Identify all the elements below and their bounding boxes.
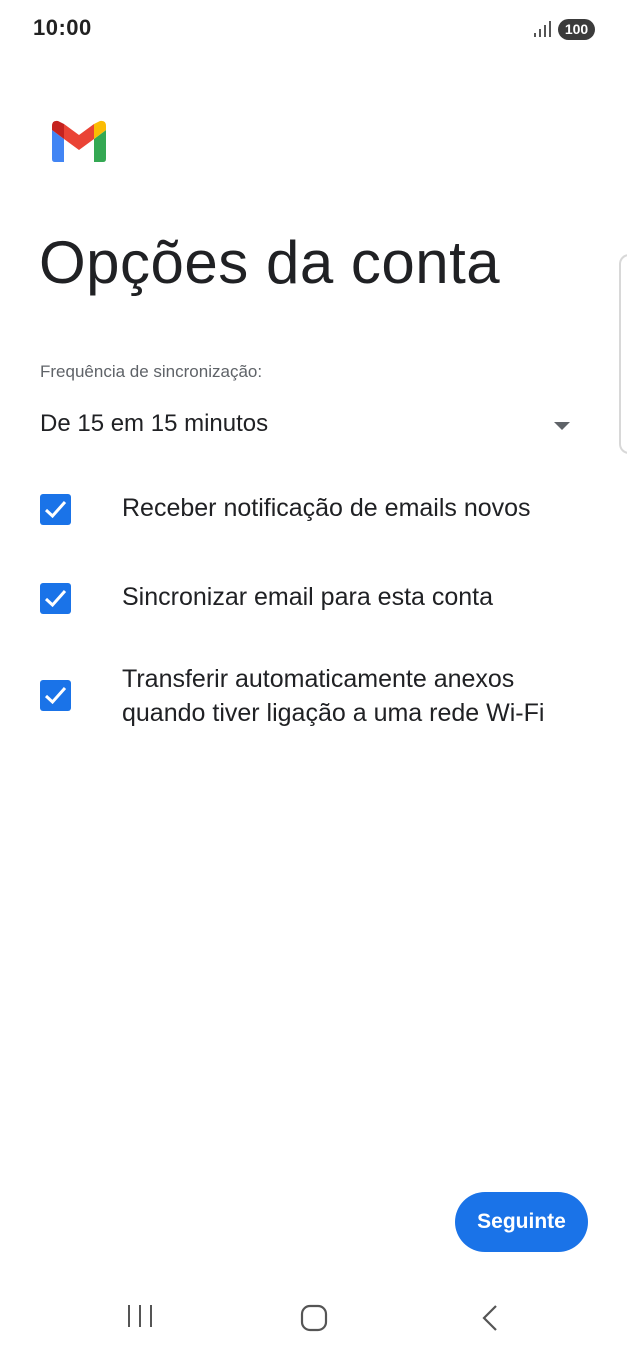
sync-frequency-label: Frequência de sincronização: — [40, 362, 263, 381]
sync-frequency-dropdown[interactable]: De 15 em 15 minutos — [40, 406, 575, 446]
option-new-email-notification[interactable]: Receber notificação de emails novos — [40, 494, 600, 528]
checkmark-icon — [44, 687, 67, 705]
sync-frequency-value: De 15 em 15 minutos — [40, 410, 269, 437]
page-title: Opções da conta — [39, 229, 501, 296]
status-time: 10:00 — [33, 15, 92, 40]
dropdown-arrow-icon — [554, 422, 570, 430]
scroll-indicator — [619, 254, 627, 454]
recents-icon[interactable] — [126, 1304, 154, 1328]
gmail-logo-icon — [52, 120, 106, 162]
option-sync-email[interactable]: Sincronizar email para esta conta — [40, 583, 600, 617]
checkbox-sync-email[interactable] — [40, 583, 71, 614]
checkbox-auto-download-attachments[interactable] — [40, 680, 71, 711]
option-auto-download-attachments[interactable]: Transferir automaticamente anexos quando… — [40, 662, 600, 734]
checkmark-icon — [44, 501, 67, 519]
status-bar: 10:00 100 — [0, 0, 627, 60]
option-label-line2: quando tiver ligação a uma rede Wi-Fi — [122, 699, 545, 727]
checkmark-icon — [44, 590, 67, 608]
battery-badge: 100 — [558, 19, 595, 40]
signal-bars-icon — [534, 21, 551, 37]
back-icon[interactable] — [478, 1304, 502, 1332]
option-label-line1: Transferir automaticamente anexos — [122, 665, 515, 693]
system-nav-bar — [0, 1290, 627, 1360]
option-label: Receber notificação de emails novos — [122, 494, 531, 522]
option-label: Sincronizar email para esta conta — [122, 583, 494, 611]
next-button[interactable]: Seguinte — [455, 1192, 588, 1252]
checkbox-new-email-notification[interactable] — [40, 494, 71, 525]
home-icon[interactable] — [300, 1304, 328, 1332]
